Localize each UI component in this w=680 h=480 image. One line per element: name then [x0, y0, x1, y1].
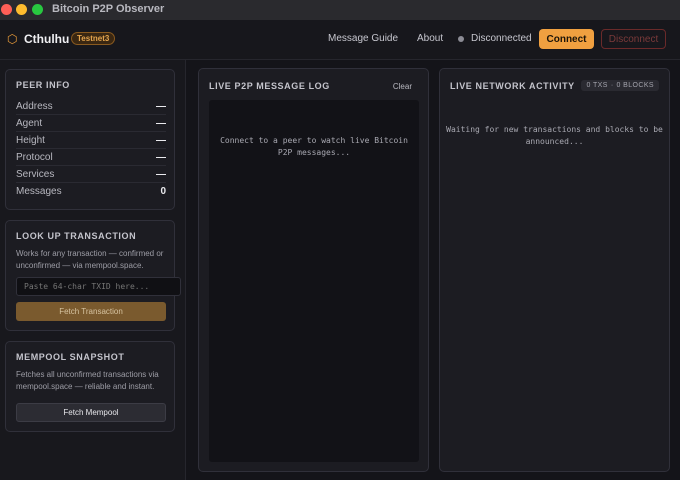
peer-row-label: Agent — [16, 117, 43, 129]
network-activity-panel: LIVE NETWORK ACTIVITY 0 TXS · 0 BLOCKS W… — [439, 68, 670, 472]
peer-row-label: Address — [16, 100, 53, 112]
count-separator: · — [610, 82, 614, 89]
peer-row-label: Height — [16, 134, 45, 146]
message-log-panel: LIVE P2P MESSAGE LOG Clear Connect to a … — [198, 68, 429, 472]
message-log-area[interactable]: Connect to a peer to watch live Bitcoin … — [209, 100, 419, 462]
connect-button[interactable]: Connect — [539, 29, 594, 49]
peer-row-value: 0 — [160, 186, 166, 197]
activity-count-badge: 0 TXS · 0 BLOCKS — [581, 80, 659, 91]
close-window-button[interactable] — [1, 4, 12, 15]
lookup-description: Works for any transaction — confirmed or… — [16, 249, 164, 270]
lookup-title: LOOK UP TRANSACTION — [16, 231, 137, 241]
peer-row-address: Address — — [16, 98, 166, 115]
hexagon-icon: ⬡ — [7, 32, 18, 46]
fetch-transaction-button[interactable]: Fetch Transaction — [16, 302, 166, 321]
window-titlebar: Bitcoin P2P Observer — [0, 0, 680, 20]
peer-row-label: Services — [16, 168, 55, 180]
network-badge: Testnet3 — [71, 32, 116, 45]
peer-row-protocol: Protocol — — [16, 149, 166, 166]
peer-row-agent: Agent — — [16, 115, 166, 132]
connection-status-text: Disconnected — [471, 33, 532, 44]
txid-input[interactable] — [16, 277, 181, 296]
window-title: Bitcoin P2P Observer — [52, 3, 165, 15]
block-count: 0 BLOCKS — [616, 82, 654, 89]
peer-row-label: Protocol — [16, 151, 53, 163]
minimize-window-button[interactable] — [16, 4, 27, 15]
mempool-snapshot-card: MEMPOOL SNAPSHOT Fetches all unconfirmed… — [5, 341, 175, 432]
message-log-title: LIVE P2P MESSAGE LOG — [209, 81, 330, 91]
peer-row-value: — — [156, 100, 166, 112]
fetch-mempool-button[interactable]: Fetch Mempool — [16, 403, 166, 422]
maximize-window-button[interactable] — [32, 4, 43, 15]
nav-about[interactable]: About — [417, 33, 443, 44]
sidebar: PEER INFO Address — Agent — Height — Pro… — [0, 60, 186, 480]
lookup-transaction-card: LOOK UP TRANSACTION Works for any transa… — [5, 220, 181, 331]
disconnect-button[interactable]: Disconnect — [601, 29, 666, 49]
clear-log-button[interactable]: Clear — [393, 82, 412, 91]
peer-row-value: — — [156, 151, 166, 163]
tx-count: 0 TXS — [586, 82, 608, 89]
peer-info-card: PEER INFO Address — Agent — Height — Pro… — [5, 69, 175, 210]
peer-info-title: PEER INFO — [16, 80, 70, 90]
network-activity-title: LIVE NETWORK ACTIVITY — [450, 81, 575, 91]
log-empty-message: Connect to a peer to watch live Bitcoin … — [220, 136, 408, 157]
peer-row-messages: Messages 0 — [16, 183, 166, 200]
app-header: ⬡ Cthulhu Testnet3 Message Guide About D… — [0, 20, 680, 60]
network-empty-message: Waiting for new transactions and blocks … — [446, 125, 663, 146]
peer-row-label: Messages — [16, 186, 62, 197]
mempool-title: MEMPOOL SNAPSHOT — [16, 352, 125, 362]
peer-row-value: — — [156, 117, 166, 129]
brand-name: Cthulhu — [24, 32, 70, 46]
peer-row-services: Services — — [16, 166, 166, 183]
peer-row-height: Height — — [16, 132, 166, 149]
mempool-description: Fetches all unconfirmed transactions via… — [16, 370, 159, 391]
connection-status-dot — [458, 36, 464, 42]
nav-message-guide[interactable]: Message Guide — [328, 33, 398, 44]
peer-row-value: — — [156, 168, 166, 180]
peer-row-value: — — [156, 134, 166, 146]
